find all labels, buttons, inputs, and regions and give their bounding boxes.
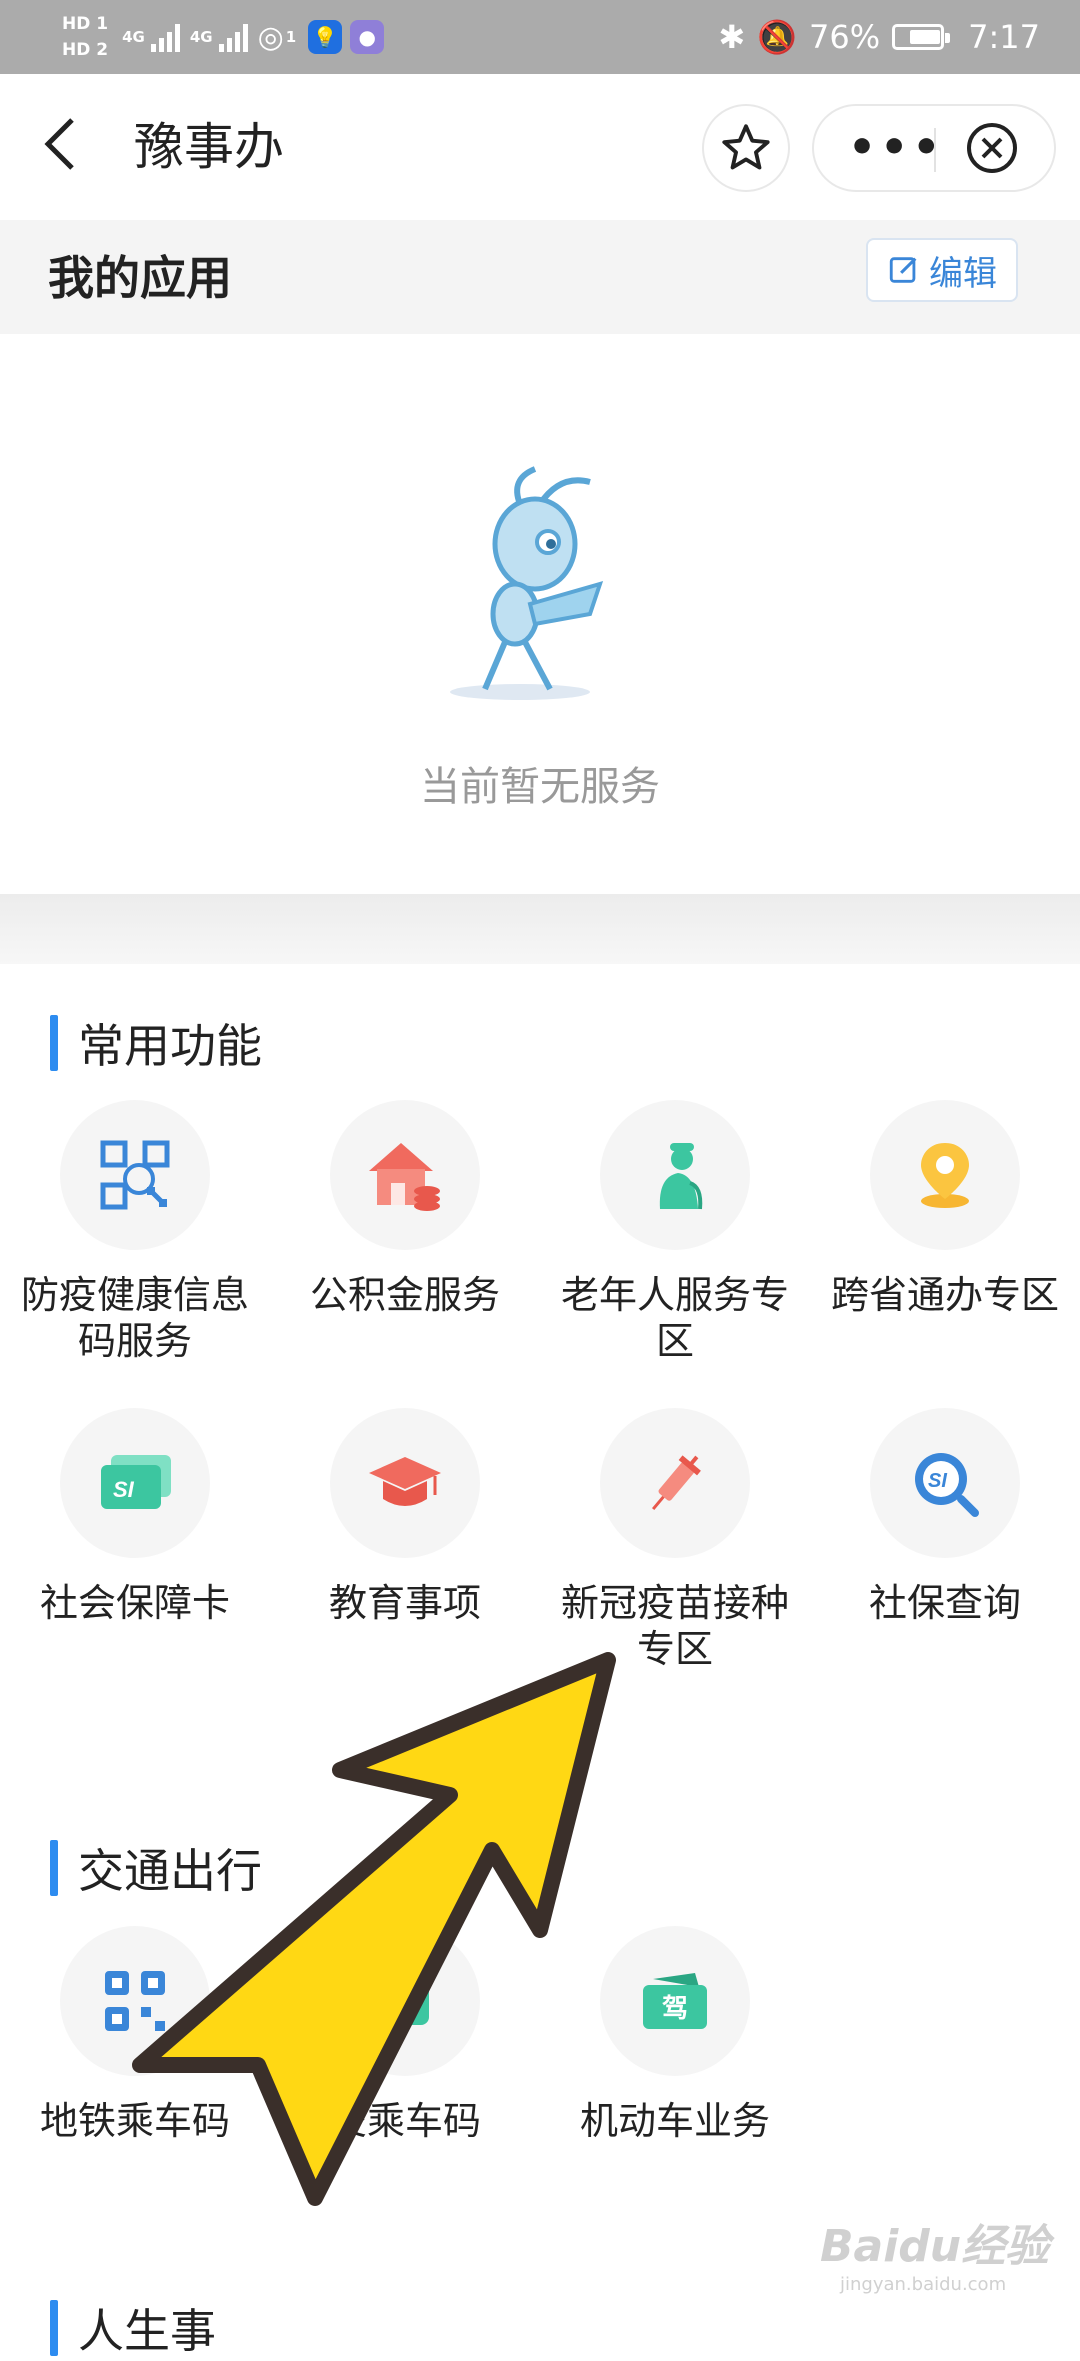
capsule-divider xyxy=(934,128,936,172)
back-button[interactable] xyxy=(40,114,80,185)
battery-icon xyxy=(892,24,951,50)
signal-icon xyxy=(218,22,248,52)
more-button[interactable]: ••• xyxy=(848,110,944,186)
tile-icon-circle xyxy=(60,1926,210,2076)
my-apps-empty-state: 当前暂无服务 xyxy=(0,334,1080,894)
driving-badge-text: 驾 xyxy=(662,1994,688,2024)
svg-text:SI: SI xyxy=(113,1477,135,1502)
tile-motor-vehicle-service[interactable]: 驾 机动车业务 xyxy=(540,1926,810,2144)
watermark-brand: Baidu经验 xyxy=(820,2221,1050,2272)
hotspot-icon: ◎ xyxy=(257,19,284,55)
si-card-icon: SI xyxy=(101,1455,171,1509)
tile-icon-circle xyxy=(330,1926,480,2076)
elderly-person-icon xyxy=(659,1143,703,1210)
network-label-2: 4G xyxy=(189,28,213,46)
tile-icon-circle xyxy=(330,1100,480,1250)
tile-label: 地铁乘车码 xyxy=(39,2099,230,2143)
house-coins-icon xyxy=(369,1143,440,1211)
section-title-transport: 交通出行 xyxy=(50,1840,262,1898)
tile-label: 教育事项 xyxy=(328,1581,481,1625)
battery-percent: 76% xyxy=(809,18,881,56)
section-title-text: 人生事 xyxy=(78,2304,216,2358)
section-title-life-events: 人生事 xyxy=(50,2300,216,2358)
tile-label: 社会保障卡 xyxy=(39,1581,230,1625)
qr-scan-icon xyxy=(100,1140,170,1210)
tile-label: 防疫健康信息码服务 xyxy=(20,1273,249,1363)
syringe-icon xyxy=(651,1455,701,1511)
tile-metro-ride-code[interactable]: 地铁乘车码 xyxy=(0,1926,270,2144)
driving-license-icon: 驾 xyxy=(643,1973,707,2029)
hd1-label: HD 1 xyxy=(62,14,109,34)
edit-button[interactable]: 编辑 xyxy=(866,238,1018,302)
edit-icon xyxy=(889,257,917,283)
tile-icon-circle: 驾 xyxy=(600,1926,750,2076)
tile-label: 公积金服务 xyxy=(309,1273,500,1317)
baidu-jingyan-watermark: Baidu经验 jingyan.baidu.com xyxy=(820,2210,1049,2295)
mute-bell-icon: 🔕 xyxy=(757,18,798,56)
close-button[interactable] xyxy=(964,120,1020,176)
location-pin-icon xyxy=(921,1143,969,1208)
tile-label: 交乘车码 xyxy=(328,2099,481,2143)
sphere-app-icon: ● xyxy=(350,20,385,54)
tile-cross-province-service[interactable]: 跨省通办专区 xyxy=(810,1100,1080,1318)
tile-icon-circle xyxy=(870,1100,1020,1250)
section-title-text: 常用功能 xyxy=(78,1019,262,1073)
signal-icon xyxy=(150,22,180,52)
mini-program-capsule: ••• xyxy=(812,104,1056,192)
bluetooth-icon: ✱ xyxy=(718,18,746,56)
tile-label: 社保查询 xyxy=(868,1581,1021,1625)
tile-social-security-card[interactable]: SI 社会保障卡 xyxy=(0,1408,270,1626)
section-accent-bar xyxy=(50,1015,58,1071)
nav-bar: 豫事办 ••• xyxy=(0,74,1080,220)
tile-label: 老年人服务专区 xyxy=(560,1273,789,1363)
ant-mascot-reading-illustration xyxy=(450,466,604,700)
tile-icon-circle: SI xyxy=(60,1408,210,1558)
tile-health-code-service[interactable]: 防疫健康信息码服务 xyxy=(0,1100,270,1364)
tile-covid-vaccination-zone[interactable]: 新冠疫苗接种专区 xyxy=(540,1408,810,1672)
my-apps-header: 我的应用 编辑 xyxy=(0,220,1080,334)
section-title-text: 交通出行 xyxy=(78,1844,262,1898)
lightbulb-app-icon: 💡 xyxy=(308,20,343,54)
si-search-icon: SI xyxy=(915,1453,979,1517)
metro-qr-icon xyxy=(105,1971,165,2031)
tile-label: 机动车业务 xyxy=(579,2099,770,2143)
tile-icon-circle xyxy=(600,1408,750,1558)
tile-label: 跨省通办专区 xyxy=(830,1273,1059,1317)
section-accent-bar xyxy=(50,2300,58,2356)
bus-code-icon xyxy=(381,1977,429,2025)
hd2-label: HD 2 xyxy=(62,40,109,60)
section-accent-bar xyxy=(50,1840,58,1896)
battery-level xyxy=(910,30,941,44)
tile-elderly-service-zone[interactable]: 老年人服务专区 xyxy=(540,1100,810,1364)
tile-icon-circle xyxy=(600,1100,750,1250)
clock: 7:17 xyxy=(968,18,1040,56)
chevron-left-icon xyxy=(44,118,74,170)
section-title-common-functions: 常用功能 xyxy=(50,1015,262,1073)
favorite-button[interactable] xyxy=(702,104,790,192)
tile-education-affairs[interactable]: 教育事项 xyxy=(270,1408,540,1626)
hd-indicator: HD 1 HD 2 xyxy=(62,11,108,63)
section-divider xyxy=(0,894,1080,964)
tile-label: 新冠疫苗接种专区 xyxy=(560,1581,789,1671)
tile-housing-fund-service[interactable]: 公积金服务 xyxy=(270,1100,540,1318)
close-circle-icon xyxy=(967,123,1017,173)
graduation-cap-icon xyxy=(369,1457,441,1506)
tile-bus-ride-code[interactable]: 交乘车码 xyxy=(270,1926,540,2144)
my-apps-title: 我的应用 xyxy=(48,251,232,305)
empty-state-text: 当前暂无服务 xyxy=(420,764,660,810)
tile-icon-circle xyxy=(330,1408,480,1558)
status-bar: HD 1 HD 2 4G 4G ◎ 1 💡 ● ✱ 🔕 76% 7:17 xyxy=(0,0,1080,74)
tile-social-security-query[interactable]: SI 社保查询 xyxy=(810,1408,1080,1626)
page-title: 豫事办 xyxy=(134,118,284,176)
hotspot-count: 1 xyxy=(285,28,297,46)
star-icon xyxy=(722,124,770,170)
edit-label: 编辑 xyxy=(929,253,997,294)
tile-icon-circle: SI xyxy=(870,1408,1020,1558)
svg-text:SI: SI xyxy=(928,1470,947,1492)
network-label-1: 4G xyxy=(122,28,145,46)
tile-icon-circle xyxy=(60,1100,210,1250)
watermark-url: jingyan.baidu.com xyxy=(840,2274,1007,2295)
